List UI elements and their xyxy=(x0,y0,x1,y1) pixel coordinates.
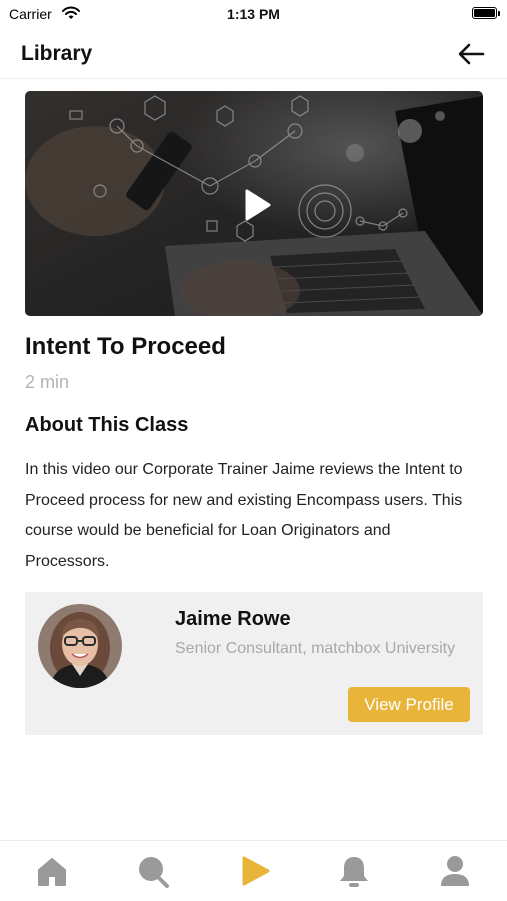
play-icon[interactable] xyxy=(236,185,276,225)
play-icon[interactable] xyxy=(237,853,271,889)
clock: 1:13 PM xyxy=(227,6,280,22)
about-heading: About This Class xyxy=(25,414,189,436)
about-description: In this video our Corporate Trainer Jaim… xyxy=(25,461,463,570)
search-icon[interactable] xyxy=(136,853,170,889)
bell-icon[interactable] xyxy=(337,853,371,889)
nav-header: Library xyxy=(0,30,507,79)
instructor-name: Jaime Rowe xyxy=(175,608,291,630)
arrow-left-icon[interactable] xyxy=(455,40,487,68)
instructor-role: Senior Consultant, matchbox University xyxy=(175,640,456,657)
battery-icon xyxy=(472,7,500,19)
user-icon[interactable] xyxy=(438,853,472,889)
avatar xyxy=(38,604,122,688)
tab-bar xyxy=(0,840,507,901)
instructor-card: Jaime Rowe Senior Consultant, matchbox U… xyxy=(25,592,483,735)
class-duration: 2 min xyxy=(25,372,70,392)
home-icon[interactable] xyxy=(35,853,69,889)
class-title: Intent To Proceed xyxy=(25,333,226,360)
view-profile-button[interactable]: View Profile xyxy=(348,687,470,722)
page-title: Library xyxy=(21,42,93,65)
status-bar: Carrier 1:13 PM xyxy=(0,0,507,28)
video-player[interactable] xyxy=(25,91,483,316)
